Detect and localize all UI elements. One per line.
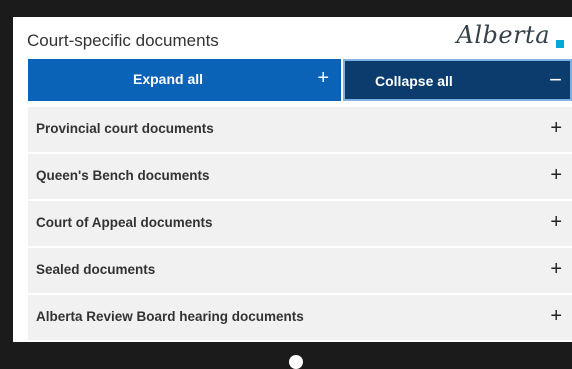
accordion-item-review-board[interactable]: Alberta Review Board hearing documents + xyxy=(28,295,572,340)
accordion-item-queens-bench[interactable]: Queen's Bench documents + xyxy=(28,154,572,199)
plus-icon[interactable]: + xyxy=(550,117,562,140)
accordion-item-provincial-court[interactable]: Provincial court documents + xyxy=(28,107,572,152)
home-indicator xyxy=(289,355,303,369)
expand-all-label: Expand all xyxy=(132,71,204,87)
accordion-item-sealed[interactable]: Sealed documents + xyxy=(28,248,572,293)
section-header: Court-specific documents Alberta xyxy=(13,17,572,57)
accordion-item-court-of-appeal[interactable]: Court of Appeal documents + xyxy=(28,201,572,246)
expand-all-button[interactable]: Expand all + xyxy=(28,59,341,101)
collapse-all-button[interactable]: Collapse all − xyxy=(343,59,572,101)
accordion-item-label: Alberta Review Board hearing documents xyxy=(36,309,304,324)
accordion-list: Provincial court documents + Queen's Ben… xyxy=(28,107,572,342)
minus-icon: − xyxy=(549,67,562,92)
plus-icon[interactable]: + xyxy=(550,164,562,187)
page-frame: Court-specific documents Alberta Expand … xyxy=(13,17,572,342)
collapse-all-label: Collapse all xyxy=(375,73,453,89)
plus-icon: + xyxy=(317,67,329,89)
logo-accent-square xyxy=(556,40,564,48)
accordion-item-label: Court of Appeal documents xyxy=(36,215,213,230)
alberta-logo: Alberta xyxy=(448,21,568,55)
accordion-item-label: Sealed documents xyxy=(36,262,156,277)
section-title: Court-specific documents xyxy=(27,31,219,50)
accordion-item-label: Provincial court documents xyxy=(36,121,214,136)
plus-icon[interactable]: + xyxy=(550,211,562,234)
plus-icon[interactable]: + xyxy=(550,258,562,281)
alberta-logo-text: Alberta xyxy=(456,21,550,49)
accordion-item-label: Queen's Bench documents xyxy=(36,168,210,183)
plus-icon[interactable]: + xyxy=(550,305,562,328)
